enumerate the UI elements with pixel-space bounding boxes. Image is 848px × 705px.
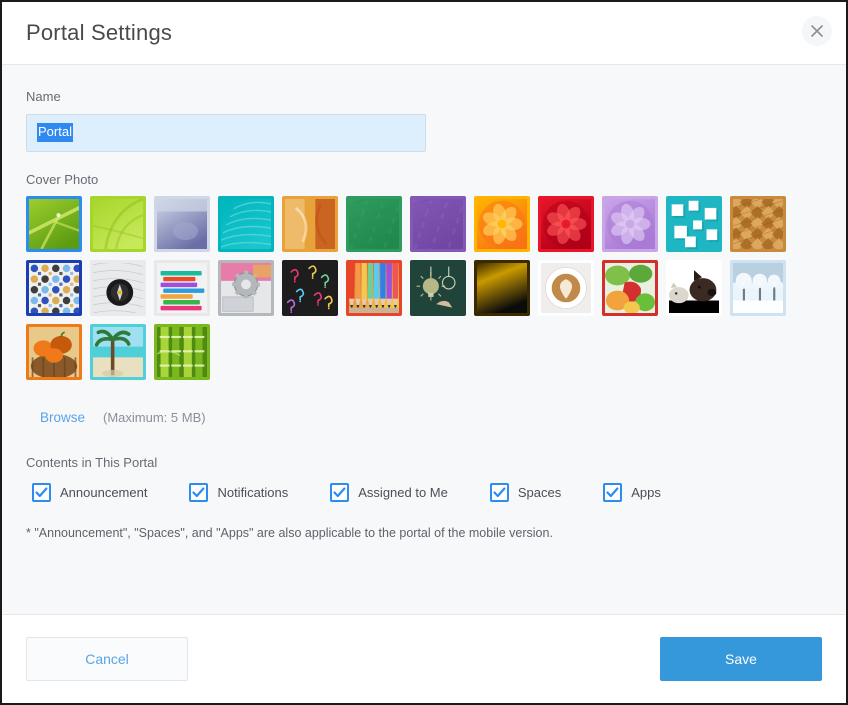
cover-photo-thumbnail-gears-and-keyboard[interactable] (218, 260, 274, 316)
name-label: Name (26, 89, 822, 105)
checkbox-label: Apps (631, 485, 661, 500)
name-field-group: Name Portal (26, 89, 822, 152)
name-input[interactable]: Portal (26, 114, 426, 152)
cover-photo-thumbnail-green-leaf-veins[interactable] (26, 196, 82, 252)
cover-photo-thumbnail-stacked-colorful-books[interactable] (154, 260, 210, 316)
checkbox-item-notifications[interactable]: Notifications (183, 483, 288, 502)
cover-photo-thumbnail-winter-frosted-trees[interactable] (730, 260, 786, 316)
cover-photo-thumbnail-wood-parquet-herringbone[interactable] (730, 196, 786, 252)
save-button[interactable]: Save (660, 637, 822, 681)
cover-photo-thumbnail-pumpkins-in-basket[interactable] (26, 324, 82, 380)
contents-label: Contents in This Portal (26, 455, 822, 471)
checkbox-box[interactable] (189, 483, 208, 502)
browse-row: Browse (Maximum: 5 MB) (26, 410, 822, 425)
checkbox-item-apps[interactable]: Apps (597, 483, 661, 502)
check-icon (35, 486, 48, 499)
checkbox-box[interactable] (490, 483, 509, 502)
cover-photo-thumbnail-purple-blue-gradient[interactable] (154, 196, 210, 252)
cancel-button[interactable]: Cancel (26, 637, 188, 681)
cover-photo-thumbnail-dark-amber-gradient[interactable] (474, 260, 530, 316)
page-title: Portal Settings (26, 22, 172, 44)
check-icon (333, 486, 346, 499)
cover-photo-grid (26, 196, 738, 380)
cover-photo-thumbnail-compass-on-map[interactable] (90, 260, 146, 316)
cover-photo-group: Cover Photo (26, 172, 822, 381)
dialog-header: Portal Settings (2, 2, 846, 65)
cover-photo-thumbnail-purple-felt-texture[interactable] (410, 196, 466, 252)
max-file-size-note: (Maximum: 5 MB) (103, 410, 206, 425)
cover-photo-thumbnail-red-carnation-flower[interactable] (538, 196, 594, 252)
checkbox-box[interactable] (330, 483, 349, 502)
cover-photo-thumbnail-mosaic-tile-pattern[interactable] (26, 260, 82, 316)
checkbox-box[interactable] (32, 483, 51, 502)
check-icon (606, 486, 619, 499)
cover-photo-thumbnail-colored-pencils[interactable] (346, 260, 402, 316)
cover-photo-thumbnail-latte-art-coffee-cup[interactable] (538, 260, 594, 316)
contents-group: Contents in This Portal Announcement Noti… (26, 455, 822, 540)
checkbox-box[interactable] (603, 483, 622, 502)
cover-photo-thumbnail-bamboo-stalks[interactable] (154, 324, 210, 380)
checkbox-label: Spaces (518, 485, 561, 500)
checkbox-item-spaces[interactable]: Spaces (484, 483, 561, 502)
checkbox-item-announcement[interactable]: Announcement (26, 483, 147, 502)
cover-photo-thumbnail-chalkboard-question-marks[interactable] (282, 260, 338, 316)
checkbox-label: Notifications (217, 485, 288, 500)
dialog-body: Name Portal Cover Photo Browse (Maximum:… (2, 65, 846, 615)
cover-photo-thumbnail-green-felt-texture[interactable] (346, 196, 402, 252)
cover-photo-thumbnail-cat-and-dog[interactable] (666, 260, 722, 316)
cover-photo-thumbnail-teal-white-cubes[interactable] (666, 196, 722, 252)
cover-photo-thumbnail-beach-palm-tree[interactable] (90, 324, 146, 380)
dialog-footer: Cancel Save (2, 615, 846, 703)
mobile-version-note: * "Announcement", "Spaces", and "Apps" a… (26, 526, 822, 540)
cover-photo-thumbnail-lime-green-curves[interactable] (90, 196, 146, 252)
cover-photo-thumbnail-fresh-vegetables[interactable] (602, 260, 658, 316)
check-icon (493, 486, 506, 499)
name-input-value: Portal (37, 123, 73, 142)
cover-photo-thumbnail-orange-rust-paint[interactable] (282, 196, 338, 252)
cover-photo-thumbnail-purple-hyacinth-flower[interactable] (602, 196, 658, 252)
checkbox-item-assigned-to-me[interactable]: Assigned to Me (324, 483, 448, 502)
browse-button[interactable]: Browse (40, 410, 85, 425)
cover-photo-thumbnail-lightbulb-chalk-drawing[interactable] (410, 260, 466, 316)
check-icon (192, 486, 205, 499)
contents-checkbox-row: Announcement Notifications Assigned to Me S… (26, 483, 822, 502)
portal-settings-dialog: Portal Settings Name Portal Cover Photo … (0, 0, 848, 705)
checkbox-label: Announcement (60, 485, 147, 500)
checkbox-label: Assigned to Me (358, 485, 448, 500)
cover-photo-thumbnail-teal-water-texture[interactable] (218, 196, 274, 252)
cover-photo-thumbnail-orange-lily-flower[interactable] (474, 196, 530, 252)
close-button[interactable] (802, 16, 832, 46)
cover-photo-label: Cover Photo (26, 172, 822, 188)
close-icon (811, 25, 823, 37)
